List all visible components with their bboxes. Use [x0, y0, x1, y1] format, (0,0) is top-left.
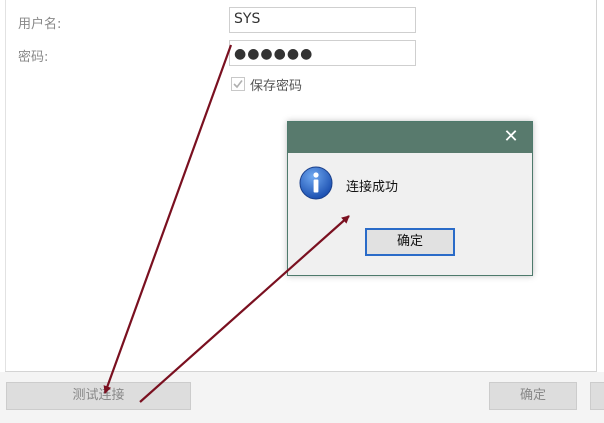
panel-border-left: [5, 0, 6, 372]
info-icon: [299, 166, 333, 200]
remember-password-checkbox[interactable]: [231, 77, 245, 91]
footer-cancel-button[interactable]: [590, 382, 604, 410]
check-icon: [233, 80, 243, 89]
password-field[interactable]: ●●●●●●: [229, 40, 416, 66]
username-field[interactable]: SYS: [229, 7, 416, 33]
password-label: 密码:: [18, 50, 49, 65]
ok-button[interactable]: 确定: [365, 228, 455, 256]
footer-confirm-button[interactable]: 确定: [489, 382, 577, 410]
dialog-message: 连接成功: [346, 180, 399, 195]
dialog-titlebar: ✕: [288, 122, 532, 153]
username-label: 用户名:: [18, 17, 62, 32]
close-icon[interactable]: ✕: [502, 128, 520, 146]
test-connection-button[interactable]: 测试连接: [6, 382, 191, 410]
remember-password-label: 保存密码: [250, 79, 303, 94]
message-dialog: ✕ 连接成功 确定: [287, 121, 533, 276]
panel-border-right: [596, 0, 597, 372]
